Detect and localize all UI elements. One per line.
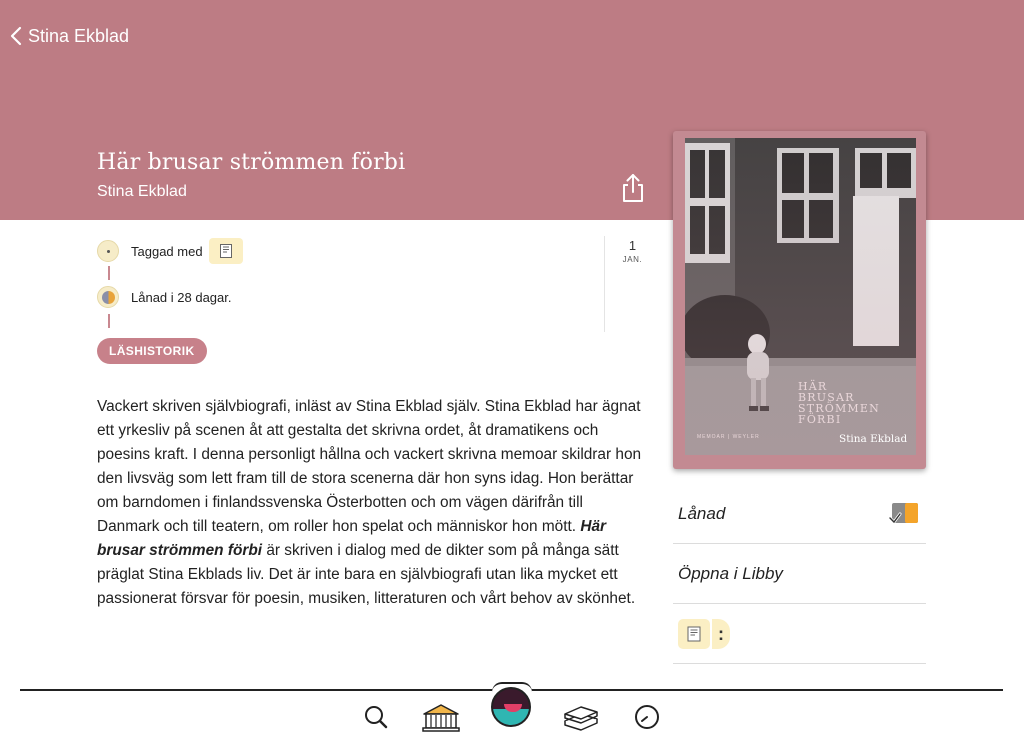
- cover-title: HÄR BRUSAR STRÖMMEN FÖRBI: [798, 380, 880, 426]
- library-icon: [422, 704, 460, 732]
- tab-books[interactable]: [561, 698, 601, 736]
- loaned-status-icon: [888, 502, 918, 524]
- reading-history-button[interactable]: LÄSHISTORIK: [97, 338, 207, 364]
- book-cover[interactable]: HÄR BRUSAR STRÖMMEN FÖRBI MEMOAR | WEYLE…: [673, 131, 926, 469]
- tab-shelf[interactable]: [491, 687, 531, 727]
- tagged-label: Taggad med: [131, 243, 203, 259]
- timeline-connector: [108, 266, 110, 280]
- chevron-left-icon: [10, 26, 22, 46]
- book-description: Vackert skriven självbiografi, inläst av…: [97, 395, 642, 611]
- date-day: 1: [628, 238, 637, 253]
- books-icon: [564, 706, 598, 731]
- loaned-row[interactable]: Lånad: [673, 484, 926, 544]
- date-month: JAN.: [622, 255, 643, 264]
- reading-timeline: Taggad med Lånad i 28 dagar.: [97, 236, 607, 332]
- tag-icon: [219, 244, 232, 258]
- tag-dot-icon: [97, 240, 119, 262]
- loan-label: Lånad i 28 dagar.: [131, 289, 232, 305]
- timeline-tagged-row: Taggad med: [97, 238, 243, 264]
- tags-row: :: [673, 604, 926, 664]
- cover-publisher: MEMOAR | WEYLER: [697, 434, 760, 440]
- cover-author: Stina Ekblad: [839, 433, 908, 445]
- open-libby-label: Öppna i Libby: [678, 563, 783, 583]
- open-in-libby-row[interactable]: Öppna i Libby: [673, 544, 926, 604]
- search-icon: [365, 706, 388, 729]
- share-icon: [623, 174, 643, 202]
- timeline-loan-row: Lånad i 28 dagar.: [97, 286, 231, 308]
- back-button[interactable]: Stina Ekblad: [10, 24, 129, 48]
- tab-timeline[interactable]: [627, 698, 667, 736]
- tag-chip-large[interactable]: [678, 618, 710, 649]
- book-author[interactable]: Stina Ekblad: [97, 183, 187, 201]
- tag-icon: [687, 626, 701, 641]
- tab-library[interactable]: [421, 698, 461, 736]
- shelf-icon: [491, 687, 531, 727]
- book-title: Här brusar strömmen förbi: [97, 150, 406, 175]
- tag-chip[interactable]: [208, 238, 243, 264]
- share-button[interactable]: [620, 172, 646, 204]
- back-label: Stina Ekblad: [28, 25, 130, 46]
- tag-more-button[interactable]: :: [712, 618, 730, 649]
- timeline-icon: [635, 705, 659, 729]
- timeline-connector: [108, 314, 110, 328]
- loaned-label: Lånad: [678, 503, 726, 523]
- loan-moon-icon: [97, 286, 119, 308]
- description-text: Vackert skriven självbiografi, inläst av…: [97, 398, 642, 535]
- timeline-date: 1 JAN.: [604, 236, 660, 332]
- action-list: Lånad Öppna i Libby :: [673, 484, 926, 664]
- tab-search[interactable]: [356, 698, 396, 736]
- tab-bar: [0, 687, 1024, 741]
